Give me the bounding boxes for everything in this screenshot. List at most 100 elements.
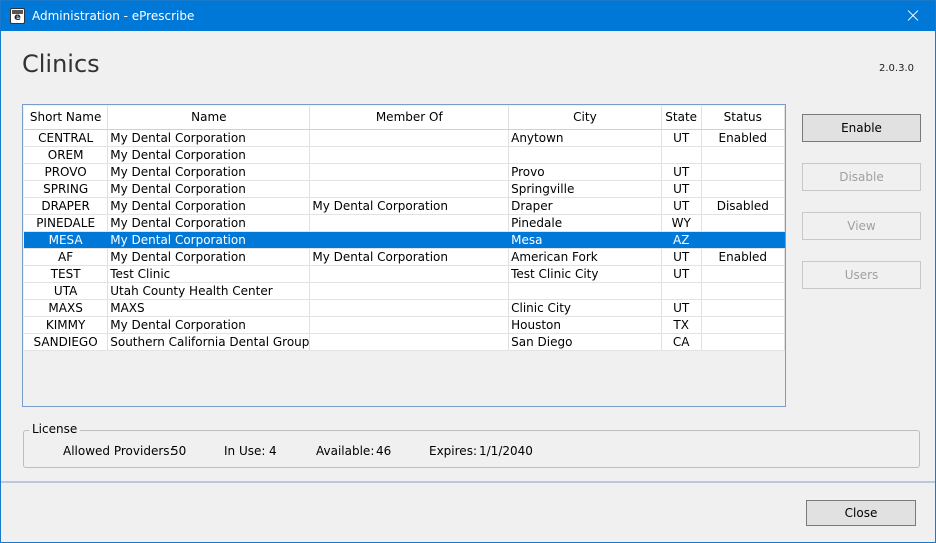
disable-button[interactable]: Disable [802, 163, 921, 191]
cell-member-of [309, 129, 510, 147]
cell-status [701, 214, 786, 232]
cell-state: UT [661, 299, 702, 317]
license-legend: License [29, 422, 81, 437]
column-header-status[interactable]: Status [701, 106, 786, 130]
in-use-label: In Use: [224, 444, 266, 458]
cell-state [661, 146, 702, 164]
column-header-short-name[interactable]: Short Name [24, 106, 109, 130]
cell-status [701, 146, 786, 164]
cell-status: Disabled [701, 197, 786, 215]
cell-status [701, 265, 786, 283]
cell-state: AZ [661, 231, 702, 249]
cell-short-name: SANDIEGO [24, 333, 109, 351]
cell-short-name: UTA [24, 282, 109, 300]
column-header-city[interactable]: City [508, 106, 662, 130]
cell-member-of [309, 163, 510, 181]
cell-city [508, 146, 662, 164]
cell-name: My Dental Corporation [107, 316, 311, 334]
table-row[interactable]: PROVO My Dental Corporation Provo UT [24, 163, 786, 181]
column-header-state[interactable]: State [661, 106, 702, 130]
cell-member-of [309, 146, 510, 164]
cell-state [661, 282, 702, 300]
cell-name: My Dental Corporation [107, 248, 311, 266]
app-icon: e [10, 8, 25, 24]
cell-member-of [309, 214, 510, 232]
cell-short-name: CENTRAL [24, 129, 109, 147]
table-row[interactable]: PINEDALE My Dental Corporation Pinedale WY [24, 214, 786, 232]
cell-state: UT [661, 265, 702, 283]
window-close-icon[interactable] [889, 1, 935, 31]
cell-short-name: KIMMY [24, 316, 109, 334]
cell-state: UT [661, 180, 702, 198]
table-row[interactable]: KIMMY My Dental Corporation Houston TX [24, 316, 786, 334]
cell-name: My Dental Corporation [107, 197, 311, 215]
cell-state: UT [661, 163, 702, 181]
cell-short-name: TEST [24, 265, 109, 283]
cell-name: Utah County Health Center [107, 282, 311, 300]
cell-city: Houston [508, 316, 662, 334]
cell-city: American Fork [508, 248, 662, 266]
cell-member-of [309, 231, 510, 249]
footer-bar: Close [1, 483, 935, 542]
table-row[interactable]: CENTRAL My Dental Corporation Anytown UT Ena… [24, 129, 786, 147]
cell-short-name: SPRING [24, 180, 109, 198]
column-header-member-of[interactable]: Member Of [309, 106, 510, 130]
table-row[interactable]: DRAPER My Dental Corporation My Dental Cor… [24, 197, 786, 215]
page-title: Clinics [22, 50, 100, 78]
cell-name: My Dental Corporation [107, 180, 311, 198]
app-icon-letter: e [14, 12, 21, 23]
cell-name: My Dental Corporation [107, 214, 311, 232]
table-header-row: Short Name Name Member Of City State Sta… [24, 106, 786, 130]
available-label: Available: [316, 444, 375, 458]
allowed-providers-label: Allowed Providers: [63, 444, 174, 458]
clinics-table: Short Name Name Member Of City State Sta… [24, 106, 786, 351]
cell-city: Test Clinic City [508, 265, 662, 283]
cell-status [701, 282, 786, 300]
expires-value: 1/1/2040 [479, 444, 533, 458]
cell-member-of [309, 333, 510, 351]
cell-name: Southern California Dental Group [107, 333, 311, 351]
version-label: 2.0.3.0 [879, 63, 914, 74]
clinics-grid[interactable]: Short Name Name Member Of City State Sta… [22, 104, 786, 407]
cell-state: TX [661, 316, 702, 334]
cell-member-of [309, 180, 510, 198]
cell-city [508, 282, 662, 300]
cell-short-name: MESA [24, 231, 109, 249]
table-row[interactable]: MAXS MAXS Clinic City UT [24, 299, 786, 317]
window-title: Administration - ePrescribe [32, 9, 195, 23]
expires-label: Expires: [429, 444, 477, 458]
table-row[interactable]: SANDIEGO Southern California Dental Group… [24, 333, 786, 351]
cell-state: WY [661, 214, 702, 232]
cell-short-name: AF [24, 248, 109, 266]
cell-status: Enabled [701, 248, 786, 266]
table-row[interactable]: TEST Test Clinic Test Clinic City UT [24, 265, 786, 283]
cell-status [701, 316, 786, 334]
table-row[interactable]: OREM My Dental Corporation [24, 146, 786, 164]
cell-city: Mesa [508, 231, 662, 249]
cell-member-of: My Dental Corporation [309, 197, 510, 215]
cell-name: My Dental Corporation [107, 129, 311, 147]
cell-name: My Dental Corporation [107, 146, 311, 164]
cell-name: My Dental Corporation [107, 163, 311, 181]
cell-member-of [309, 299, 510, 317]
enable-button[interactable]: Enable [802, 114, 921, 142]
table-row[interactable]: MESA My Dental Corporation Mesa AZ [24, 231, 786, 249]
table-row[interactable]: AF My Dental Corporation My Dental Corpora… [24, 248, 786, 266]
cell-short-name: OREM [24, 146, 109, 164]
column-header-name[interactable]: Name [107, 106, 311, 130]
table-row[interactable]: UTA Utah County Health Center [24, 282, 786, 300]
cell-status [701, 299, 786, 317]
cell-status [701, 163, 786, 181]
allowed-providers-value: 50 [171, 444, 187, 458]
close-button[interactable]: Close [806, 500, 916, 526]
cell-status [701, 231, 786, 249]
cell-member-of [309, 265, 510, 283]
table-row[interactable]: SPRING My Dental Corporation Springville UT [24, 180, 786, 198]
users-button[interactable]: Users [802, 261, 921, 289]
table-body: CENTRAL My Dental Corporation Anytown UT Ena… [24, 129, 786, 351]
cell-status: Enabled [701, 129, 786, 147]
view-button[interactable]: View [802, 212, 921, 240]
cell-state: UT [661, 248, 702, 266]
cell-short-name: DRAPER [24, 197, 109, 215]
title-bar[interactable]: e Administration - ePrescribe [1, 1, 935, 31]
